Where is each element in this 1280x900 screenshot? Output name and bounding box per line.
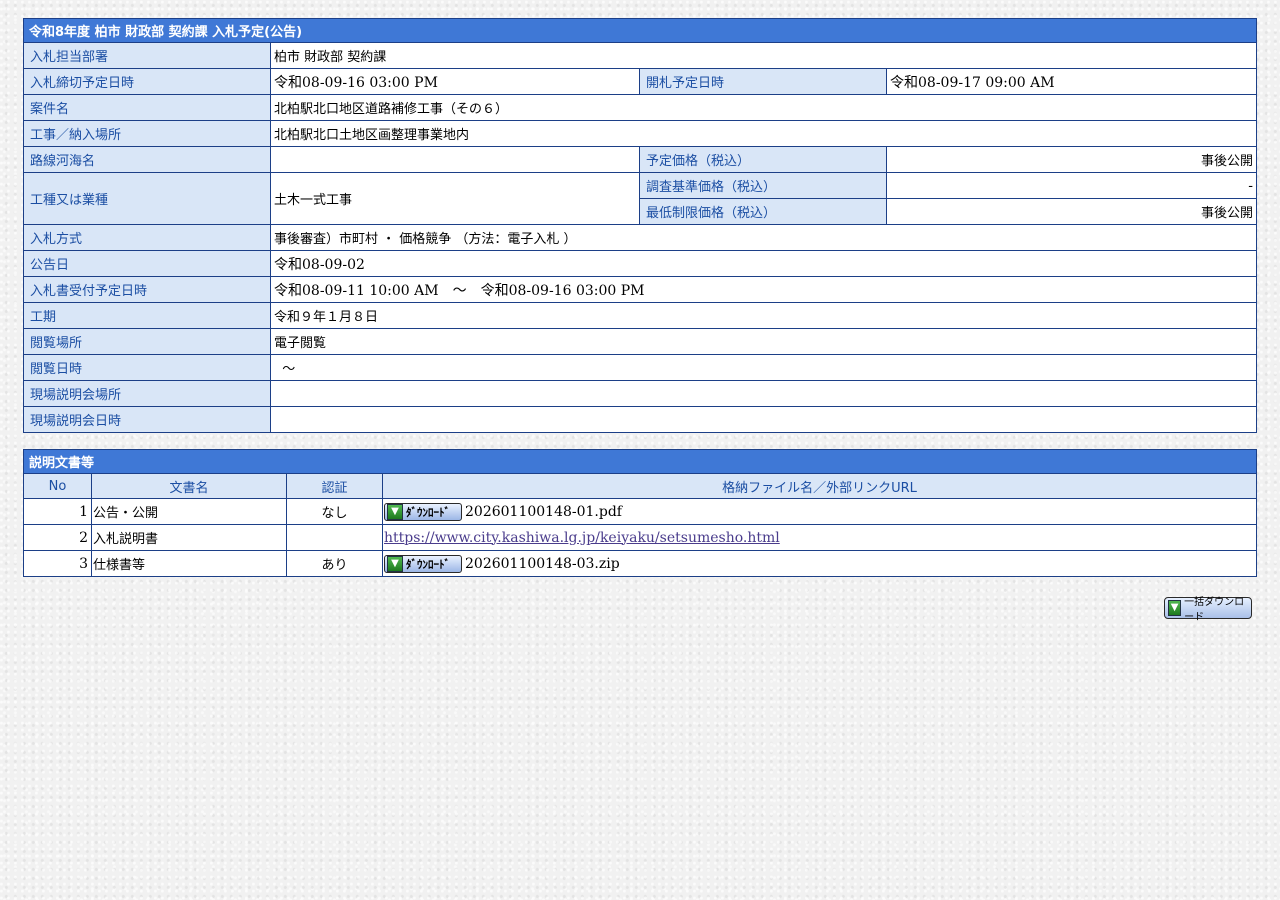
department-value: 柏市 財政部 契約課 — [270, 42, 1257, 69]
documents-table: 説明文書等 No 文書名 認証 格納ファイル名／外部リンクURL 1 公告・公開… — [23, 449, 1257, 577]
planned-price-label: 予定価格（税込） — [639, 146, 887, 173]
download-button[interactable]: ▼ ﾀﾞｳﾝﾛｰﾄﾞ — [384, 502, 462, 521]
col-name: 文書名 — [91, 473, 287, 499]
documents-title: 説明文書等 — [23, 449, 1257, 474]
doc-file: 202601100148-03.zip — [465, 555, 620, 572]
doc-no: 3 — [23, 550, 92, 577]
col-no: No — [23, 473, 92, 499]
view-place-label: 閲覧場所 — [23, 328, 271, 355]
work-type-label: 工種又は業種 — [23, 172, 271, 225]
download-icon: ▼ — [387, 503, 403, 520]
site-datetime-value — [270, 406, 1257, 433]
view-datetime-label: 閲覧日時 — [23, 354, 271, 381]
download-button[interactable]: ▼ ﾀﾞｳﾝﾛｰﾄﾞ — [384, 554, 462, 573]
view-datetime-value: ～ — [270, 354, 1257, 381]
min-price-value: 事後公開 — [886, 198, 1257, 225]
site-place-label: 現場説明会場所 — [23, 380, 271, 407]
planned-price-value: 事後公開 — [886, 146, 1257, 173]
opening-label: 開札予定日時 — [639, 68, 887, 95]
route-value — [270, 146, 640, 173]
bulk-download-label: 一括ダウンロード — [1184, 597, 1245, 623]
doc-name: 入札説明書 — [91, 524, 287, 551]
download-label: ﾀﾞｳﾝﾛｰﾄﾞ — [406, 557, 450, 571]
acceptance-label: 入札書受付予定日時 — [23, 276, 271, 303]
project-name-label: 案件名 — [23, 94, 271, 121]
location-label: 工事／納入場所 — [23, 120, 271, 147]
doc-external-link[interactable]: https://www.city.kashiwa.lg.jp/keiyaku/s… — [384, 530, 780, 546]
method-value: 事後審査）市町村 ・ 価格競争 （方法：電子入札 ） — [270, 224, 1257, 251]
doc-auth: なし — [286, 498, 383, 525]
table-row: 3 仕様書等 あり ▼ ﾀﾞｳﾝﾛｰﾄﾞ 202601100148-03.zip — [23, 550, 1257, 577]
period-label: 工期 — [23, 302, 271, 329]
doc-no: 1 — [23, 498, 92, 525]
method-label: 入札方式 — [23, 224, 271, 251]
col-auth: 認証 — [286, 473, 383, 499]
acceptance-value: 令和08-09-11 10:00 AM ～ 令和08-09-16 03:00 P… — [270, 276, 1257, 303]
project-name-value: 北柏駅北口地区道路補修工事（その６） — [270, 94, 1257, 121]
announce-date-label: 公告日 — [23, 250, 271, 277]
download-label: ﾀﾞｳﾝﾛｰﾄﾞ — [406, 505, 450, 519]
route-label: 路線河海名 — [23, 146, 271, 173]
doc-auth: あり — [286, 550, 383, 577]
deadline-value: 令和08-09-16 03:00 PM — [270, 68, 640, 95]
opening-value: 令和08-09-17 09:00 AM — [886, 68, 1257, 95]
location-value: 北柏駅北口土地区画整理事業地内 — [270, 120, 1257, 147]
deadline-label: 入札締切予定日時 — [23, 68, 271, 95]
doc-name: 仕様書等 — [91, 550, 287, 577]
notice-table: 令和8年度 柏市 財政部 契約課 入札予定(公告) 入札担当部署 柏市 財政部 … — [23, 18, 1257, 433]
table-row: 2 入札説明書 https://www.city.kashiwa.lg.jp/k… — [23, 524, 1257, 551]
doc-no: 2 — [23, 524, 92, 551]
view-place-value: 電子閲覧 — [270, 328, 1257, 355]
department-label: 入札担当部署 — [23, 42, 271, 69]
table-row: 1 公告・公開 なし ▼ ﾀﾞｳﾝﾛｰﾄﾞ 202601100148-01.pd… — [23, 498, 1257, 525]
site-datetime-label: 現場説明会日時 — [23, 406, 271, 433]
site-place-value — [270, 380, 1257, 407]
col-file: 格納ファイル名／外部リンクURL — [382, 473, 1257, 499]
doc-file: 202601100148-01.pdf — [465, 503, 622, 520]
survey-price-value: - — [886, 172, 1257, 199]
announce-date-value: 令和08-09-02 — [270, 250, 1257, 277]
download-icon: ▼ — [387, 555, 403, 572]
period-value: 令和９年１月８日 — [270, 302, 1257, 329]
survey-price-label: 調査基準価格（税込） — [639, 172, 887, 199]
doc-auth — [286, 524, 383, 551]
bulk-download-button[interactable]: ▼ 一括ダウンロード — [1164, 597, 1252, 623]
work-type-value: 土木一式工事 — [270, 172, 640, 225]
notice-title: 令和8年度 柏市 財政部 契約課 入札予定(公告) — [23, 18, 1257, 43]
download-icon: ▼ — [1168, 600, 1182, 616]
min-price-label: 最低制限価格（税込） — [639, 198, 887, 225]
doc-name: 公告・公開 — [91, 498, 287, 525]
